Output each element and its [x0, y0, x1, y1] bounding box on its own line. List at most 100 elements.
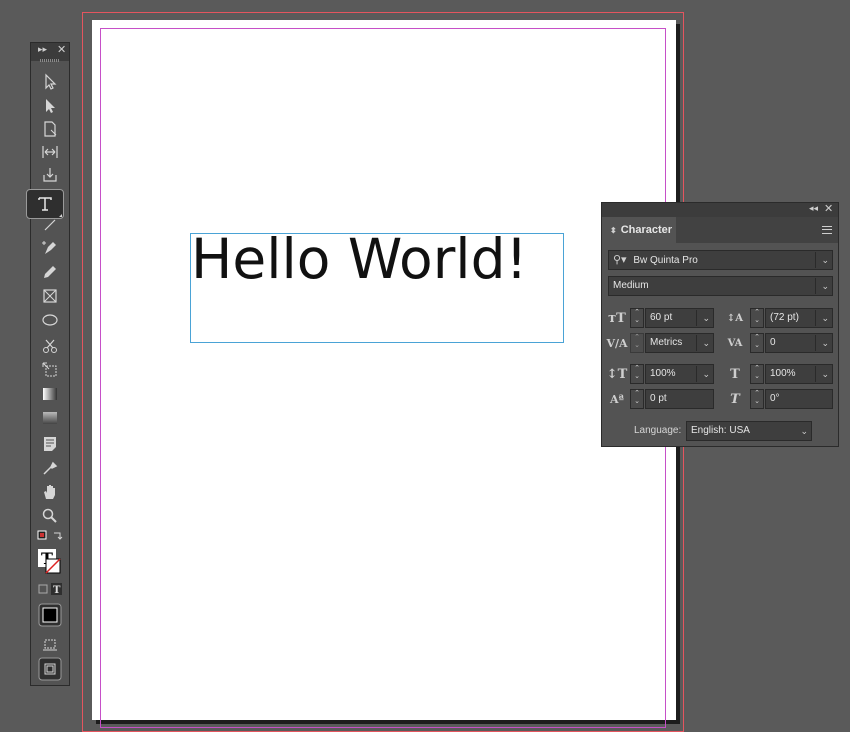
chevron-down-icon[interactable]: ⌄: [821, 277, 829, 295]
chevron-down-icon[interactable]: ⌄: [800, 422, 808, 440]
zoom-icon: [42, 508, 57, 523]
note-tool[interactable]: [36, 433, 64, 455]
search-icon[interactable]: ⚲▾: [613, 254, 627, 266]
leading-icon: ↕A: [726, 312, 744, 324]
free-transform-icon: [42, 362, 57, 377]
skew-field[interactable]: 0°: [765, 389, 833, 409]
vertical-scale-icon: ↕T: [606, 366, 628, 382]
scissors-icon: [43, 339, 57, 353]
skew-value: 0°: [770, 393, 780, 404]
panel-grip[interactable]: [40, 59, 60, 62]
tab-character[interactable]: ⬍ Character: [602, 217, 676, 243]
baseline-shift-field[interactable]: 0 pt: [645, 389, 714, 409]
separator: [696, 335, 697, 351]
pen-tool-icon: [42, 241, 56, 254]
font-style-value: Medium: [613, 280, 649, 291]
chevron-down-icon[interactable]: ⌄: [702, 309, 710, 327]
kerning-icon: V/A: [606, 336, 628, 350]
character-panel-tabbar: ⬍ Character: [602, 217, 838, 243]
ellipse-tool-icon: [42, 314, 58, 326]
hand-tool[interactable]: [36, 481, 64, 503]
leading-value: (72 pt): [770, 312, 799, 323]
kerning-stepper[interactable]: ⌃ ⌄: [630, 333, 644, 353]
horizontal-scale-field[interactable]: 100% ⌄: [765, 364, 833, 384]
screen-mode-button[interactable]: [36, 633, 64, 655]
up-down-icon: ⬍: [610, 225, 617, 235]
vertical-scale-field[interactable]: 100% ⌄: [645, 364, 714, 384]
chevron-down-icon[interactable]: ⌄: [702, 365, 710, 383]
tracking-field[interactable]: 0 ⌄: [765, 333, 833, 353]
rectangle-frame-tool[interactable]: [36, 285, 64, 307]
leading-field[interactable]: (72 pt) ⌄: [765, 308, 833, 328]
direct-selection-tool[interactable]: [36, 95, 64, 117]
page-tool-icon: [44, 121, 57, 137]
chevron-down-icon[interactable]: ⌄: [821, 334, 829, 352]
chevron-down-icon[interactable]: ⌄: [702, 334, 710, 352]
content-collector-tool[interactable]: [36, 164, 64, 186]
fill-stroke-text-swatch[interactable]: T: [36, 547, 64, 575]
screen-mode-icon: [43, 639, 57, 651]
document-page[interactable]: Hello World!: [92, 20, 676, 728]
tab-character-label: Character: [620, 224, 673, 236]
character-panel: ◂◂ ✕ ⬍ Character ⚲▾ Bw Quinta Pro ⌄ Medi…: [601, 202, 839, 447]
tool-flyout-indicator: [59, 214, 62, 217]
text-frame[interactable]: Hello World!: [190, 227, 564, 343]
default-fill-stroke[interactable]: [36, 529, 64, 545]
scissors-tool[interactable]: [36, 335, 64, 357]
pen-tool[interactable]: [36, 237, 64, 259]
view-mode-icon: [38, 657, 62, 681]
chevron-down-icon[interactable]: ⌄: [821, 251, 829, 269]
panel-menu-icon[interactable]: [822, 226, 832, 234]
baseline-shift-icon: Aª: [610, 392, 624, 406]
horizontal-scale-stepper[interactable]: ⌃ ⌄: [750, 364, 764, 384]
character-panel-titlebar[interactable]: ◂◂ ✕: [602, 203, 838, 217]
svg-text:T: T: [53, 585, 61, 596]
language-select[interactable]: English: USA ⌄: [686, 421, 812, 441]
tracking-stepper[interactable]: ⌃ ⌄: [750, 333, 764, 353]
frame-text[interactable]: Hello World!: [191, 224, 528, 294]
formatting-affects-icon: T: [38, 583, 62, 596]
vertical-scale-value: 100%: [650, 368, 676, 379]
apply-color-icon: [38, 603, 62, 627]
ellipse-tool[interactable]: [36, 309, 64, 331]
free-transform-tool[interactable]: [36, 359, 64, 381]
separator: [696, 366, 697, 382]
selection-arrow-icon: [45, 73, 57, 90]
skew-stepper[interactable]: ⌃ ⌄: [750, 389, 764, 409]
chevron-down-icon[interactable]: ⌄: [821, 309, 829, 327]
font-size-value: 60 pt: [650, 312, 673, 323]
container-text-toggle[interactable]: T: [36, 581, 64, 597]
close-icon[interactable]: ✕: [824, 202, 833, 215]
leading-stepper[interactable]: ⌃ ⌄: [750, 308, 764, 328]
type-tool[interactable]: [26, 189, 64, 219]
double-chevron-icon[interactable]: ◂◂: [809, 203, 818, 214]
line-tool[interactable]: [36, 219, 64, 231]
zoom-tool[interactable]: [36, 505, 64, 527]
content-collector-icon: [43, 168, 57, 182]
eyedropper-icon: [43, 461, 58, 475]
font-style-select[interactable]: Medium ⌄: [608, 276, 833, 296]
kerning-field[interactable]: Metrics ⌄: [645, 333, 714, 353]
close-icon[interactable]: ✕: [57, 43, 66, 56]
gradient-feather-tool[interactable]: [36, 407, 64, 429]
gradient-swatch-tool[interactable]: [36, 383, 64, 405]
pencil-tool[interactable]: [36, 261, 64, 283]
eyedropper-tool[interactable]: [36, 457, 64, 479]
font-size-field[interactable]: 60 pt ⌄: [645, 308, 714, 328]
gap-tool[interactable]: [36, 141, 64, 163]
selection-tool[interactable]: [36, 71, 64, 93]
font-family-value: Bw Quinta Pro: [633, 255, 698, 266]
apply-color-button[interactable]: [36, 603, 64, 627]
page-tool[interactable]: [36, 118, 64, 140]
chevron-down-icon[interactable]: ⌄: [821, 365, 829, 383]
double-chevron-icon[interactable]: ▸▸: [38, 44, 47, 55]
note-icon: [44, 437, 56, 451]
view-mode-button[interactable]: [36, 657, 64, 681]
baseline-shift-stepper[interactable]: ⌃ ⌄: [630, 389, 644, 409]
gap-tool-icon: [42, 146, 58, 158]
separator: [696, 310, 697, 326]
font-family-select[interactable]: ⚲▾ Bw Quinta Pro ⌄: [608, 250, 833, 270]
vertical-scale-stepper[interactable]: ⌃ ⌄: [630, 364, 644, 384]
pencil-tool-icon: [44, 266, 56, 278]
font-size-stepper[interactable]: ⌃ ⌄: [630, 308, 644, 328]
